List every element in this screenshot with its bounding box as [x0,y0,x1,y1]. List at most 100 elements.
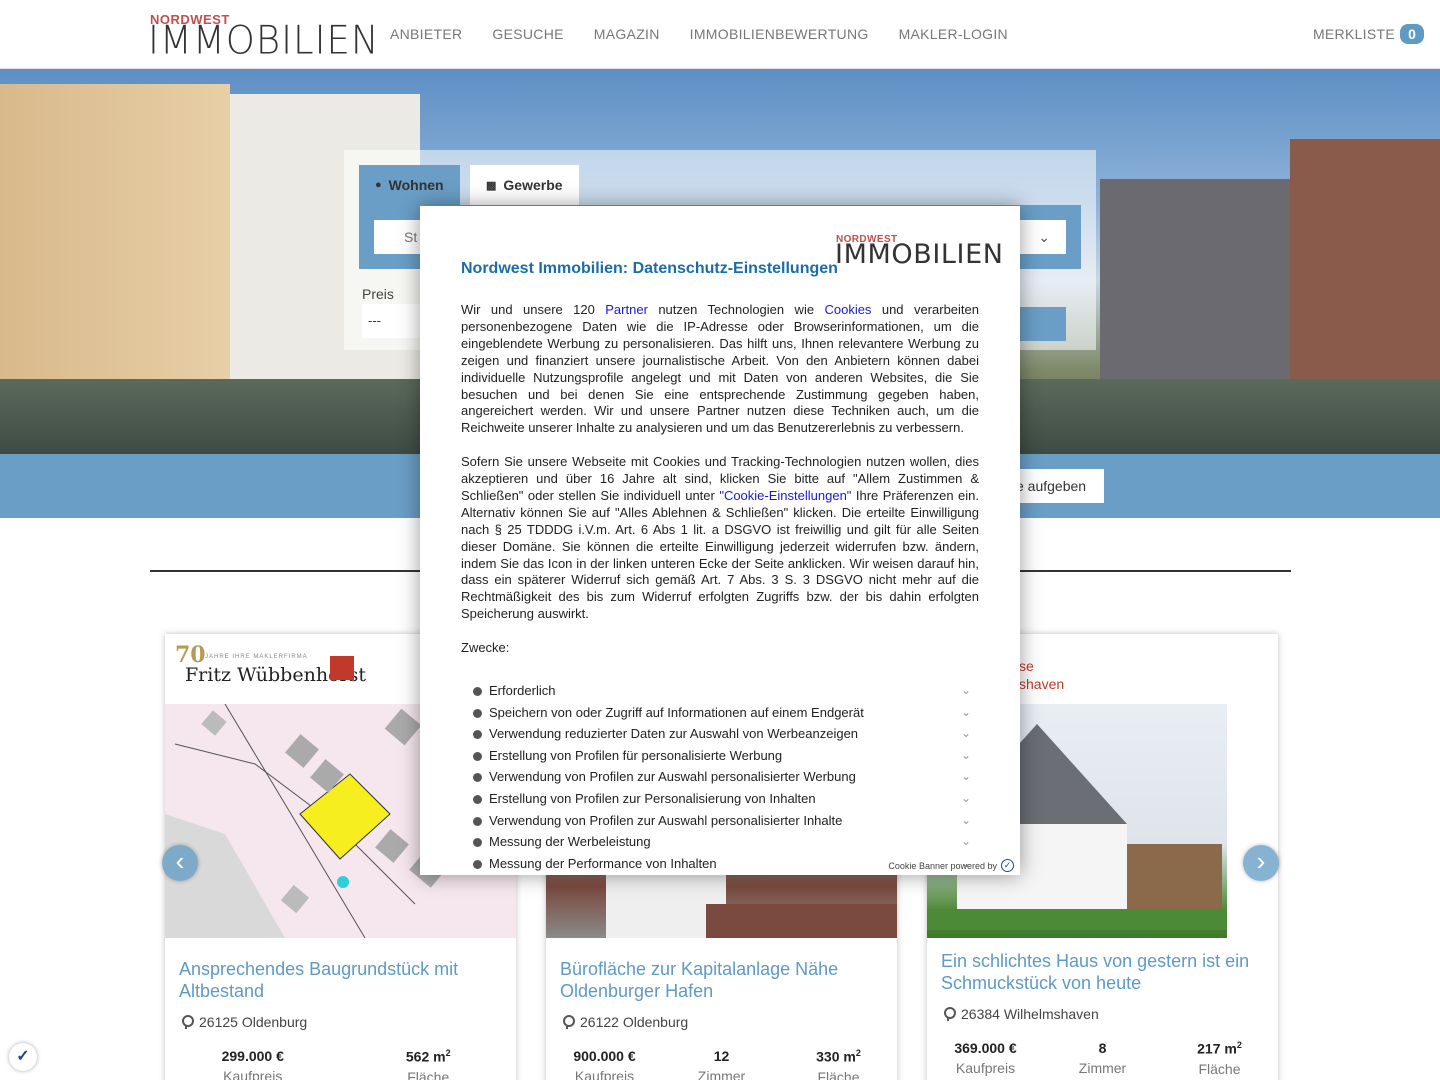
listing-location: 26122 Oldenburg [562,1014,688,1030]
cookie-settings-icon[interactable]: ✓ [9,1043,37,1071]
bullet-icon [473,751,482,761]
stat-value-text: 217 m [1197,1040,1237,1057]
merkliste-label: MERKLISTE [1312,26,1395,42]
chevron-down-icon[interactable]: ⌄ [961,745,971,767]
site-header: NORDWEST IMMOBILIEN ANBIETER GESUCHE MAG… [0,0,1440,69]
purpose-list: Erforderlich ⌄ Speichern von oder Zugriff… [473,680,971,874]
stat-label: Kaufpreis [223,1068,283,1080]
listing-title[interactable]: Ansprechendes Baugrundstück mit Altbesta… [179,958,499,1002]
purpose-item[interactable]: Erstellung von Profilen zur Personalisie… [473,788,971,810]
stat-label: Zimmer [1078,1060,1127,1076]
listing-location-text: 26125 Oldenburg [199,1014,308,1030]
bullet-icon [473,687,482,696]
modal-logo-main: IMMOBILIEN [835,239,1004,270]
nav-anbieter[interactable]: ANBIETER [390,26,462,42]
stat-label: Fläche [817,1068,860,1080]
listing-stats: 369.000 € Kaufpreis 8 Zimmer 217 m2 Fläc… [927,1040,1278,1077]
merkliste-count-badge: 0 [1400,24,1424,44]
chevron-down-icon[interactable]: ⌄ [961,831,971,853]
listing-title[interactable]: Ein schlichtes Haus von gestern ist ein … [941,950,1261,994]
tab-gewerbe-label: Gewerbe [503,177,563,193]
nav-magazin[interactable]: MAGAZIN [594,26,660,42]
purpose-label: Messung der Performance von Inhalten [489,855,717,871]
check-badge-icon: ✓ [1001,859,1014,872]
listing-stats: 299.000 € Kaufpreis 562 m2 Fläche [165,1048,516,1080]
chevron-down-icon[interactable]: ⌄ [961,723,971,745]
site-logo[interactable]: NORDWEST IMMOBILIEN [148,12,379,60]
powered-by[interactable]: Cookie Banner powered by ✓ [888,859,1014,872]
stat-value: 330 m2 [780,1048,897,1065]
map-pin-icon [181,1015,194,1029]
brick-wall-shape [706,904,897,938]
hero-building-brick [1290,139,1440,379]
stat-value: 217 m2 [1161,1040,1278,1057]
cookies-link[interactable]: Cookies [824,302,871,317]
chevron-down-icon[interactable]: ⌄ [961,702,971,724]
purpose-item[interactable]: Erforderlich ⌄ [473,680,971,702]
bullet-icon [473,708,482,718]
bullet-icon [473,859,482,869]
stat-label: Fläche [407,1068,450,1080]
purpose-item[interactable]: Erstellung von Profilen für personalisie… [473,745,971,767]
listing-location: 26384 Wilhelmshaven [943,1006,1099,1022]
main-nav: ANBIETER GESUCHE MAGAZIN IMMOBILIENBEWER… [390,26,1008,42]
purpose-item[interactable]: Verwendung von Profilen zur Auswahl pers… [473,766,971,788]
tab-wohnen[interactable]: ● Wohnen [359,165,460,205]
purpose-label: Verwendung von Profilen zur Auswahl pers… [489,812,843,828]
stat-value-text: 330 m [816,1048,856,1065]
bullet-icon [473,730,482,740]
stat-kaufpreis: 369.000 € Kaufpreis [927,1040,1044,1077]
purpose-item[interactable]: Verwendung von Profilen zur Auswahl pers… [473,810,971,832]
stat-flaeche: 217 m2 Fläche [1161,1040,1278,1077]
tab-wohnen-label: Wohnen [388,177,444,193]
nav-gesuche[interactable]: GESUCHE [492,26,563,42]
purpose-item[interactable]: Speichern von oder Zugriff auf Informati… [473,702,971,724]
cookie-consent-dialog: NORDWEST IMMOBILIEN Nordwest Immobilien:… [420,206,1020,875]
preis-label: Preis [362,286,394,302]
stat-flaeche: 562 m2 Fläche [341,1048,517,1080]
bullet-icon [473,794,482,804]
powered-by-text: Cookie Banner powered by [888,860,997,871]
stat-value: 299.000 € [221,1048,284,1064]
modal-paragraph-2: Sofern Sie unsere Webseite mit Cookies u… [461,454,979,623]
purpose-label: Erstellung von Profilen für personalisie… [489,747,783,763]
map-pin-icon [943,1007,956,1021]
stat-value: 12 [713,1048,730,1064]
purpose-item[interactable]: Verwendung reduzierter Daten zur Auswahl… [473,723,971,745]
stat-value-sup: 2 [445,1048,451,1058]
zwecke-label: Zwecke: [461,640,510,656]
stat-value-sup: 2 [1236,1040,1242,1050]
merkliste-link[interactable]: MERKLISTE 0 [1313,24,1424,44]
chevron-down-icon[interactable]: ⌄ [961,810,971,832]
logo-main-text: IMMOBILIEN [148,17,380,64]
stat-value: 900.000 € [573,1048,636,1064]
nav-makler-login[interactable]: MAKLER-LOGIN [899,26,1008,42]
nav-immobilienbewertung[interactable]: IMMOBILIENBEWERTUNG [690,26,869,42]
purpose-label: Verwendung von Profilen zur Auswahl pers… [489,769,856,785]
partner-link[interactable]: Partner [605,302,648,317]
purpose-item[interactable]: Messung der Werbeleistung ⌄ [473,831,971,853]
stat-value-text: 562 m [405,1048,446,1065]
modal-title: Nordwest Immobilien: Datenschutz-Einstel… [461,260,838,277]
chevron-right-icon[interactable]: › [1243,845,1279,881]
stat-kaufpreis: 900.000 € Kaufpreis [546,1048,663,1080]
agent-line1: se [1019,658,1034,674]
stat-label: Fläche [1198,1060,1241,1077]
chevron-down-icon: ⌄ [1038,229,1050,245]
chevron-down-icon[interactable]: ⌄ [961,788,971,810]
listing-title[interactable]: Bürofläche zur Kapitalanlage Nähe Oldenb… [560,958,880,1002]
house-logo-icon [330,656,354,680]
modal-body: Wir und unsere 120 Partner nutzen Techno… [461,302,979,674]
stat-zimmer: 8 Zimmer [1044,1040,1161,1077]
purpose-label: Verwendung reduzierter Daten zur Auswahl… [489,726,859,742]
cookie-settings-link[interactable]: "Cookie-Einstellungen" [719,488,851,503]
stat-value: 562 m2 [341,1048,517,1065]
bullet-icon [473,838,482,848]
modal-logo: NORDWEST IMMOBILIEN [835,234,1003,270]
chevron-left-icon[interactable]: ‹ [162,845,198,881]
purpose-label: Erstellung von Profilen zur Personalisie… [489,790,816,806]
tab-gewerbe[interactable]: ▩ Gewerbe [470,165,579,205]
chevron-down-icon[interactable]: ⌄ [961,680,971,702]
chevron-down-icon[interactable]: ⌄ [961,766,971,788]
stat-kaufpreis: 299.000 € Kaufpreis [165,1048,341,1080]
